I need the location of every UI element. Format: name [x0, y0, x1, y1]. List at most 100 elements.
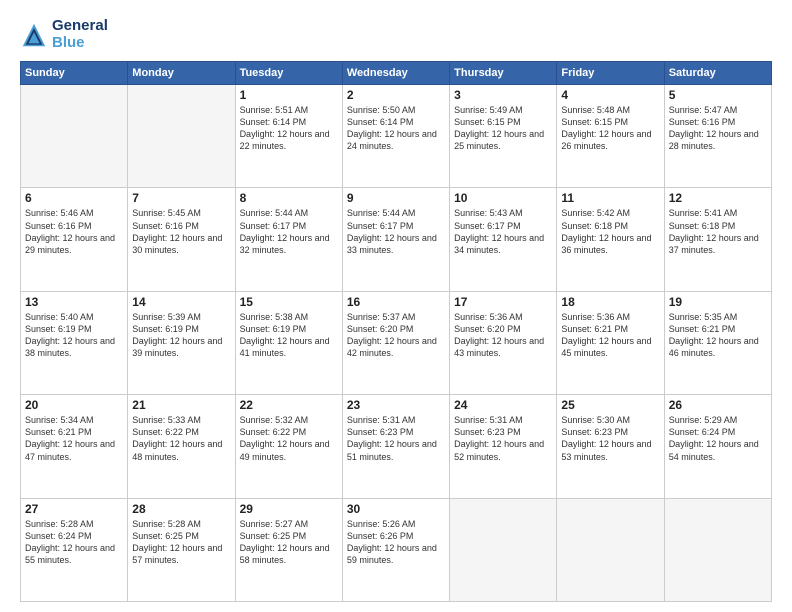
calendar-cell: 16 Sunrise: 5:37 AMSunset: 6:20 PMDayligh…	[342, 291, 449, 394]
calendar-cell: 30 Sunrise: 5:26 AMSunset: 6:26 PMDayligh…	[342, 498, 449, 601]
calendar-cell: 7 Sunrise: 5:45 AMSunset: 6:16 PMDaylight…	[128, 188, 235, 291]
calendar-cell	[664, 498, 771, 601]
calendar-cell: 11 Sunrise: 5:42 AMSunset: 6:18 PMDayligh…	[557, 188, 664, 291]
calendar-col-friday: Friday	[557, 62, 664, 85]
day-number: 28	[132, 502, 230, 516]
day-number: 24	[454, 398, 552, 412]
day-number: 15	[240, 295, 338, 309]
day-number: 4	[561, 88, 659, 102]
day-number: 12	[669, 191, 767, 205]
calendar-cell	[557, 498, 664, 601]
day-info: Sunrise: 5:42 AMSunset: 6:18 PMDaylight:…	[561, 207, 659, 256]
day-number: 21	[132, 398, 230, 412]
day-number: 19	[669, 295, 767, 309]
header: General Blue	[20, 18, 772, 51]
calendar-col-monday: Monday	[128, 62, 235, 85]
day-number: 1	[240, 88, 338, 102]
day-number: 11	[561, 191, 659, 205]
day-info: Sunrise: 5:50 AMSunset: 6:14 PMDaylight:…	[347, 104, 445, 153]
day-number: 7	[132, 191, 230, 205]
calendar-cell	[128, 85, 235, 188]
day-info: Sunrise: 5:49 AMSunset: 6:15 PMDaylight:…	[454, 104, 552, 153]
calendar-cell: 9Sunrise: 5:44 AMSunset: 6:17 PMDaylight…	[342, 188, 449, 291]
day-info: Sunrise: 5:46 AMSunset: 6:16 PMDaylight:…	[25, 207, 123, 256]
calendar-cell	[21, 85, 128, 188]
calendar-cell: 15Sunrise: 5:38 AMSunset: 6:19 PMDayligh…	[235, 291, 342, 394]
day-number: 30	[347, 502, 445, 516]
calendar-cell: 25 Sunrise: 5:30 AMSunset: 6:23 PMDayligh…	[557, 395, 664, 498]
day-number: 3	[454, 88, 552, 102]
day-info: Sunrise: 5:45 AMSunset: 6:16 PMDaylight:…	[132, 207, 230, 256]
calendar-cell	[450, 498, 557, 601]
day-number: 16	[347, 295, 445, 309]
calendar-cell: 27 Sunrise: 5:28 AMSunset: 6:24 PMDayligh…	[21, 498, 128, 601]
day-number: 26	[669, 398, 767, 412]
calendar-cell: 29 Sunrise: 5:27 AMSunset: 6:25 PMDayligh…	[235, 498, 342, 601]
calendar-week-4: 20 Sunrise: 5:34 AMSunset: 6:21 PMDayligh…	[21, 395, 772, 498]
day-number: 25	[561, 398, 659, 412]
calendar-cell: 26 Sunrise: 5:29 AMSunset: 6:24 PMDayligh…	[664, 395, 771, 498]
calendar-table: SundayMondayTuesdayWednesdayThursdayFrid…	[20, 61, 772, 602]
day-info: Sunrise: 5:37 AMSunset: 6:20 PMDaylight:…	[347, 311, 445, 360]
day-number: 18	[561, 295, 659, 309]
day-info: Sunrise: 5:51 AMSunset: 6:14 PMDaylight:…	[240, 104, 338, 153]
calendar-col-wednesday: Wednesday	[342, 62, 449, 85]
calendar-cell: 13 Sunrise: 5:40 AMSunset: 6:19 PMDayligh…	[21, 291, 128, 394]
calendar-week-2: 6 Sunrise: 5:46 AMSunset: 6:16 PMDaylight…	[21, 188, 772, 291]
calendar-col-tuesday: Tuesday	[235, 62, 342, 85]
day-info: Sunrise: 5:32 AMSunset: 6:22 PMDaylight:…	[240, 414, 338, 463]
calendar-cell: 5Sunrise: 5:47 AMSunset: 6:16 PMDaylight…	[664, 85, 771, 188]
calendar-week-5: 27 Sunrise: 5:28 AMSunset: 6:24 PMDayligh…	[21, 498, 772, 601]
day-info: Sunrise: 5:28 AMSunset: 6:25 PMDaylight:…	[132, 518, 230, 567]
page: General Blue SundayMondayTuesdayWednesda…	[0, 0, 792, 612]
calendar-cell: 21 Sunrise: 5:33 AMSunset: 6:22 PMDayligh…	[128, 395, 235, 498]
calendar-week-1: 1 Sunrise: 5:51 AMSunset: 6:14 PMDaylight…	[21, 85, 772, 188]
calendar-cell: 28 Sunrise: 5:28 AMSunset: 6:25 PMDayligh…	[128, 498, 235, 601]
day-info: Sunrise: 5:48 AMSunset: 6:15 PMDaylight:…	[561, 104, 659, 153]
calendar-cell: 17 Sunrise: 5:36 AMSunset: 6:20 PMDayligh…	[450, 291, 557, 394]
day-info: Sunrise: 5:28 AMSunset: 6:24 PMDaylight:…	[25, 518, 123, 567]
calendar-cell: 19Sunrise: 5:35 AMSunset: 6:21 PMDayligh…	[664, 291, 771, 394]
calendar-cell: 2 Sunrise: 5:50 AMSunset: 6:14 PMDaylight…	[342, 85, 449, 188]
calendar-week-3: 13 Sunrise: 5:40 AMSunset: 6:19 PMDayligh…	[21, 291, 772, 394]
day-info: Sunrise: 5:43 AMSunset: 6:17 PMDaylight:…	[454, 207, 552, 256]
calendar-cell: 10 Sunrise: 5:43 AMSunset: 6:17 PMDayligh…	[450, 188, 557, 291]
calendar-cell: 8 Sunrise: 5:44 AMSunset: 6:17 PMDaylight…	[235, 188, 342, 291]
day-number: 20	[25, 398, 123, 412]
day-info: Sunrise: 5:41 AMSunset: 6:18 PMDaylight:…	[669, 207, 767, 256]
calendar-cell: 3 Sunrise: 5:49 AMSunset: 6:15 PMDaylight…	[450, 85, 557, 188]
logo: General Blue	[20, 18, 108, 51]
day-info: Sunrise: 5:33 AMSunset: 6:22 PMDaylight:…	[132, 414, 230, 463]
day-info: Sunrise: 5:31 AMSunset: 6:23 PMDaylight:…	[454, 414, 552, 463]
day-number: 23	[347, 398, 445, 412]
calendar-cell: 20 Sunrise: 5:34 AMSunset: 6:21 PMDayligh…	[21, 395, 128, 498]
calendar-cell: 24 Sunrise: 5:31 AMSunset: 6:23 PMDayligh…	[450, 395, 557, 498]
day-number: 27	[25, 502, 123, 516]
day-number: 6	[25, 191, 123, 205]
day-number: 8	[240, 191, 338, 205]
day-number: 10	[454, 191, 552, 205]
day-number: 17	[454, 295, 552, 309]
calendar-cell: 4 Sunrise: 5:48 AMSunset: 6:15 PMDaylight…	[557, 85, 664, 188]
calendar-col-sunday: Sunday	[21, 62, 128, 85]
day-info: Sunrise: 5:44 AMSunset: 6:17 PMDaylight:…	[240, 207, 338, 256]
day-info: Sunrise: 5:34 AMSunset: 6:21 PMDaylight:…	[25, 414, 123, 463]
day-info: Sunrise: 5:30 AMSunset: 6:23 PMDaylight:…	[561, 414, 659, 463]
calendar-cell: 22 Sunrise: 5:32 AMSunset: 6:22 PMDayligh…	[235, 395, 342, 498]
day-number: 29	[240, 502, 338, 516]
day-info: Sunrise: 5:44 AMSunset: 6:17 PMDaylight:…	[347, 207, 445, 256]
day-info: Sunrise: 5:40 AMSunset: 6:19 PMDaylight:…	[25, 311, 123, 360]
day-number: 2	[347, 88, 445, 102]
logo-icon	[20, 21, 48, 49]
day-number: 22	[240, 398, 338, 412]
day-info: Sunrise: 5:29 AMSunset: 6:24 PMDaylight:…	[669, 414, 767, 463]
day-info: Sunrise: 5:26 AMSunset: 6:26 PMDaylight:…	[347, 518, 445, 567]
calendar-cell: 18Sunrise: 5:36 AMSunset: 6:21 PMDayligh…	[557, 291, 664, 394]
day-info: Sunrise: 5:36 AMSunset: 6:20 PMDaylight:…	[454, 311, 552, 360]
calendar-col-thursday: Thursday	[450, 62, 557, 85]
day-info: Sunrise: 5:27 AMSunset: 6:25 PMDaylight:…	[240, 518, 338, 567]
day-number: 13	[25, 295, 123, 309]
day-info: Sunrise: 5:39 AMSunset: 6:19 PMDaylight:…	[132, 311, 230, 360]
calendar-cell: 12 Sunrise: 5:41 AMSunset: 6:18 PMDayligh…	[664, 188, 771, 291]
calendar-cell: 1 Sunrise: 5:51 AMSunset: 6:14 PMDaylight…	[235, 85, 342, 188]
